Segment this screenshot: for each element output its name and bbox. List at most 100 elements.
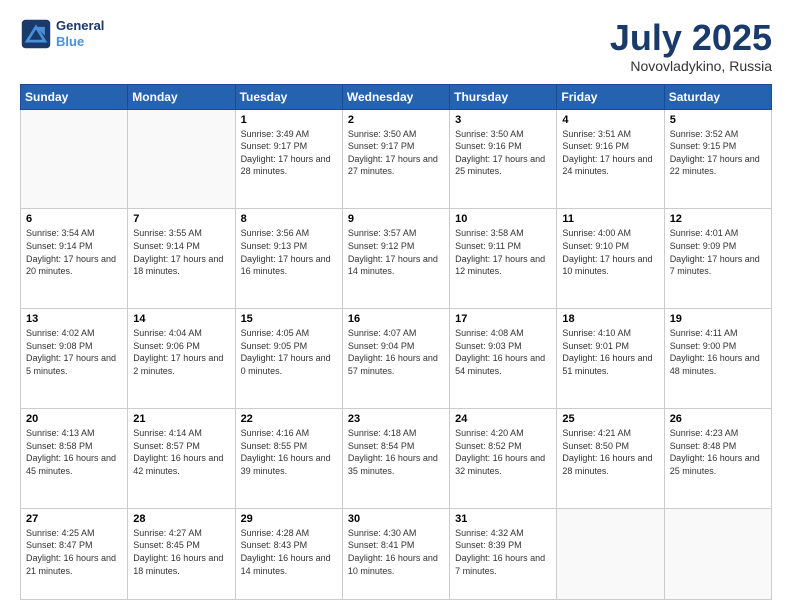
logo-text: General Blue bbox=[56, 18, 104, 49]
calendar-cell: 12 Sunrise: 4:01 AMSunset: 9:09 PMDayligh… bbox=[664, 209, 771, 309]
cell-date-number: 27 bbox=[26, 513, 122, 525]
calendar-cell: 26 Sunrise: 4:23 AMSunset: 8:48 PMDayligh… bbox=[664, 408, 771, 508]
cell-sun-info: Sunrise: 3:56 AMSunset: 9:13 PMDaylight:… bbox=[241, 227, 337, 277]
cell-sun-info: Sunrise: 4:01 AMSunset: 9:09 PMDaylight:… bbox=[670, 227, 766, 277]
cell-sun-info: Sunrise: 4:18 AMSunset: 8:54 PMDaylight:… bbox=[348, 427, 444, 477]
cell-date-number: 28 bbox=[133, 513, 229, 525]
cell-date-number: 12 bbox=[670, 213, 766, 225]
cell-date-number: 20 bbox=[26, 413, 122, 425]
cell-sun-info: Sunrise: 4:05 AMSunset: 9:05 PMDaylight:… bbox=[241, 327, 337, 377]
calendar-cell: 10Sunrise: 3:58 AMSunset: 9:11 PMDayligh… bbox=[450, 209, 557, 309]
cell-sun-info: Sunrise: 4:00 AMSunset: 9:10 PMDaylight:… bbox=[562, 227, 658, 277]
calendar-cell: 3Sunrise: 3:50 AMSunset: 9:16 PMDaylight… bbox=[450, 109, 557, 209]
cell-sun-info: Sunrise: 4:04 AMSunset: 9:06 PMDaylight:… bbox=[133, 327, 229, 377]
calendar-cell: 27 Sunrise: 4:25 AMSunset: 8:47 PMDayligh… bbox=[21, 508, 128, 599]
cell-date-number: 30 bbox=[348, 513, 444, 525]
cell-date-number: 19 bbox=[670, 313, 766, 325]
calendar-cell: 7Sunrise: 3:55 AMSunset: 9:14 PMDaylight… bbox=[128, 209, 235, 309]
cell-sun-info: Sunrise: 4:20 AMSunset: 8:52 PMDaylight:… bbox=[455, 427, 551, 477]
calendar-cell: 13Sunrise: 4:02 AMSunset: 9:08 PMDayligh… bbox=[21, 309, 128, 409]
calendar-cell: 28 Sunrise: 4:27 AMSunset: 8:45 PMDayligh… bbox=[128, 508, 235, 599]
cell-date-number: 15 bbox=[241, 313, 337, 325]
calendar-title: July 2025 bbox=[610, 18, 772, 58]
calendar-cell: 18Sunrise: 4:10 AMSunset: 9:01 PMDayligh… bbox=[557, 309, 664, 409]
cell-sun-info: Sunrise: 4:11 AMSunset: 9:00 PMDaylight:… bbox=[670, 327, 766, 377]
calendar-cell: 9Sunrise: 3:57 AMSunset: 9:12 PMDaylight… bbox=[342, 209, 449, 309]
cell-sun-info: Sunrise: 4:10 AMSunset: 9:01 PMDaylight:… bbox=[562, 327, 658, 377]
cell-date-number: 17 bbox=[455, 313, 551, 325]
calendar-cell: 11 Sunrise: 4:00 AMSunset: 9:10 PMDayligh… bbox=[557, 209, 664, 309]
cell-sun-info: Sunrise: 4:27 AMSunset: 8:45 PMDaylight:… bbox=[133, 527, 229, 577]
cell-sun-info: Sunrise: 4:13 AMSunset: 8:58 PMDaylight:… bbox=[26, 427, 122, 477]
calendar-cell bbox=[21, 109, 128, 209]
calendar-cell bbox=[664, 508, 771, 599]
header-thursday: Thursday bbox=[450, 84, 557, 109]
cell-date-number: 22 bbox=[241, 413, 337, 425]
calendar-cell: 29 Sunrise: 4:28 AMSunset: 8:43 PMDayligh… bbox=[235, 508, 342, 599]
weekday-header-row: Sunday Monday Tuesday Wednesday Thursday… bbox=[21, 84, 772, 109]
calendar-cell: 31 Sunrise: 4:32 AMSunset: 8:39 PMDayligh… bbox=[450, 508, 557, 599]
calendar-cell bbox=[557, 508, 664, 599]
cell-sun-info: Sunrise: 4:25 AMSunset: 8:47 PMDaylight:… bbox=[26, 527, 122, 577]
cell-date-number: 5 bbox=[670, 114, 766, 126]
cell-date-number: 1 bbox=[241, 114, 337, 126]
cell-sun-info: Sunrise: 4:30 AMSunset: 8:41 PMDaylight:… bbox=[348, 527, 444, 577]
calendar-cell: 23 Sunrise: 4:18 AMSunset: 8:54 PMDayligh… bbox=[342, 408, 449, 508]
header-sunday: Sunday bbox=[21, 84, 128, 109]
title-area: July 2025 Novovladykino, Russia bbox=[610, 18, 772, 74]
cell-sun-info: Sunrise: 4:14 AMSunset: 8:57 PMDaylight:… bbox=[133, 427, 229, 477]
calendar-cell: 30 Sunrise: 4:30 AMSunset: 8:41 PMDayligh… bbox=[342, 508, 449, 599]
cell-date-number: 23 bbox=[348, 413, 444, 425]
cell-date-number: 10 bbox=[455, 213, 551, 225]
calendar-cell: 25 Sunrise: 4:21 AMSunset: 8:50 PMDayligh… bbox=[557, 408, 664, 508]
header: General Blue July 2025 Novovladykino, Ru… bbox=[20, 18, 772, 74]
cell-sun-info: Sunrise: 4:28 AMSunset: 8:43 PMDaylight:… bbox=[241, 527, 337, 577]
cell-date-number: 2 bbox=[348, 114, 444, 126]
cell-sun-info: Sunrise: 4:23 AMSunset: 8:48 PMDaylight:… bbox=[670, 427, 766, 477]
calendar-cell: 21 Sunrise: 4:14 AMSunset: 8:57 PMDayligh… bbox=[128, 408, 235, 508]
calendar-cell: 24Sunrise: 4:20 AMSunset: 8:52 PMDayligh… bbox=[450, 408, 557, 508]
calendar-cell: 14 Sunrise: 4:04 AMSunset: 9:06 PMDayligh… bbox=[128, 309, 235, 409]
cell-date-number: 7 bbox=[133, 213, 229, 225]
cell-date-number: 4 bbox=[562, 114, 658, 126]
calendar-cell: 8 Sunrise: 3:56 AMSunset: 9:13 PMDaylight… bbox=[235, 209, 342, 309]
header-monday: Monday bbox=[128, 84, 235, 109]
cell-sun-info: Sunrise: 4:32 AMSunset: 8:39 PMDaylight:… bbox=[455, 527, 551, 577]
header-wednesday: Wednesday bbox=[342, 84, 449, 109]
cell-sun-info: Sunrise: 4:16 AMSunset: 8:55 PMDaylight:… bbox=[241, 427, 337, 477]
calendar-cell: 20 Sunrise: 4:13 AMSunset: 8:58 PMDayligh… bbox=[21, 408, 128, 508]
header-friday: Friday bbox=[557, 84, 664, 109]
cell-date-number: 25 bbox=[562, 413, 658, 425]
header-saturday: Saturday bbox=[664, 84, 771, 109]
cell-sun-info: Sunrise: 3:49 AMSunset: 9:17 PMDaylight:… bbox=[241, 128, 337, 178]
page: General Blue July 2025 Novovladykino, Ru… bbox=[0, 0, 792, 612]
cell-date-number: 21 bbox=[133, 413, 229, 425]
cell-date-number: 29 bbox=[241, 513, 337, 525]
calendar-cell: 19 Sunrise: 4:11 AMSunset: 9:00 PMDayligh… bbox=[664, 309, 771, 409]
cell-date-number: 6 bbox=[26, 213, 122, 225]
cell-date-number: 31 bbox=[455, 513, 551, 525]
calendar-cell bbox=[128, 109, 235, 209]
calendar-cell: 6Sunrise: 3:54 AMSunset: 9:14 PMDaylight… bbox=[21, 209, 128, 309]
cell-sun-info: Sunrise: 4:21 AMSunset: 8:50 PMDaylight:… bbox=[562, 427, 658, 477]
calendar-cell: 1 Sunrise: 3:49 AMSunset: 9:17 PMDaylight… bbox=[235, 109, 342, 209]
calendar-location: Novovladykino, Russia bbox=[610, 58, 772, 74]
cell-sun-info: Sunrise: 3:52 AMSunset: 9:15 PMDaylight:… bbox=[670, 128, 766, 178]
calendar-cell: 16 Sunrise: 4:07 AMSunset: 9:04 PMDayligh… bbox=[342, 309, 449, 409]
cell-sun-info: Sunrise: 3:50 AMSunset: 9:17 PMDaylight:… bbox=[348, 128, 444, 178]
cell-date-number: 16 bbox=[348, 313, 444, 325]
logo-icon bbox=[20, 18, 52, 50]
cell-sun-info: Sunrise: 4:02 AMSunset: 9:08 PMDaylight:… bbox=[26, 327, 122, 377]
cell-date-number: 8 bbox=[241, 213, 337, 225]
cell-sun-info: Sunrise: 4:07 AMSunset: 9:04 PMDaylight:… bbox=[348, 327, 444, 377]
cell-date-number: 11 bbox=[562, 213, 658, 225]
calendar-cell: 5 Sunrise: 3:52 AMSunset: 9:15 PMDaylight… bbox=[664, 109, 771, 209]
calendar-cell: 15 Sunrise: 4:05 AMSunset: 9:05 PMDayligh… bbox=[235, 309, 342, 409]
cell-date-number: 14 bbox=[133, 313, 229, 325]
logo: General Blue bbox=[20, 18, 104, 50]
header-tuesday: Tuesday bbox=[235, 84, 342, 109]
cell-sun-info: Sunrise: 4:08 AMSunset: 9:03 PMDaylight:… bbox=[455, 327, 551, 377]
cell-date-number: 26 bbox=[670, 413, 766, 425]
calendar-cell: 22 Sunrise: 4:16 AMSunset: 8:55 PMDayligh… bbox=[235, 408, 342, 508]
cell-date-number: 9 bbox=[348, 213, 444, 225]
